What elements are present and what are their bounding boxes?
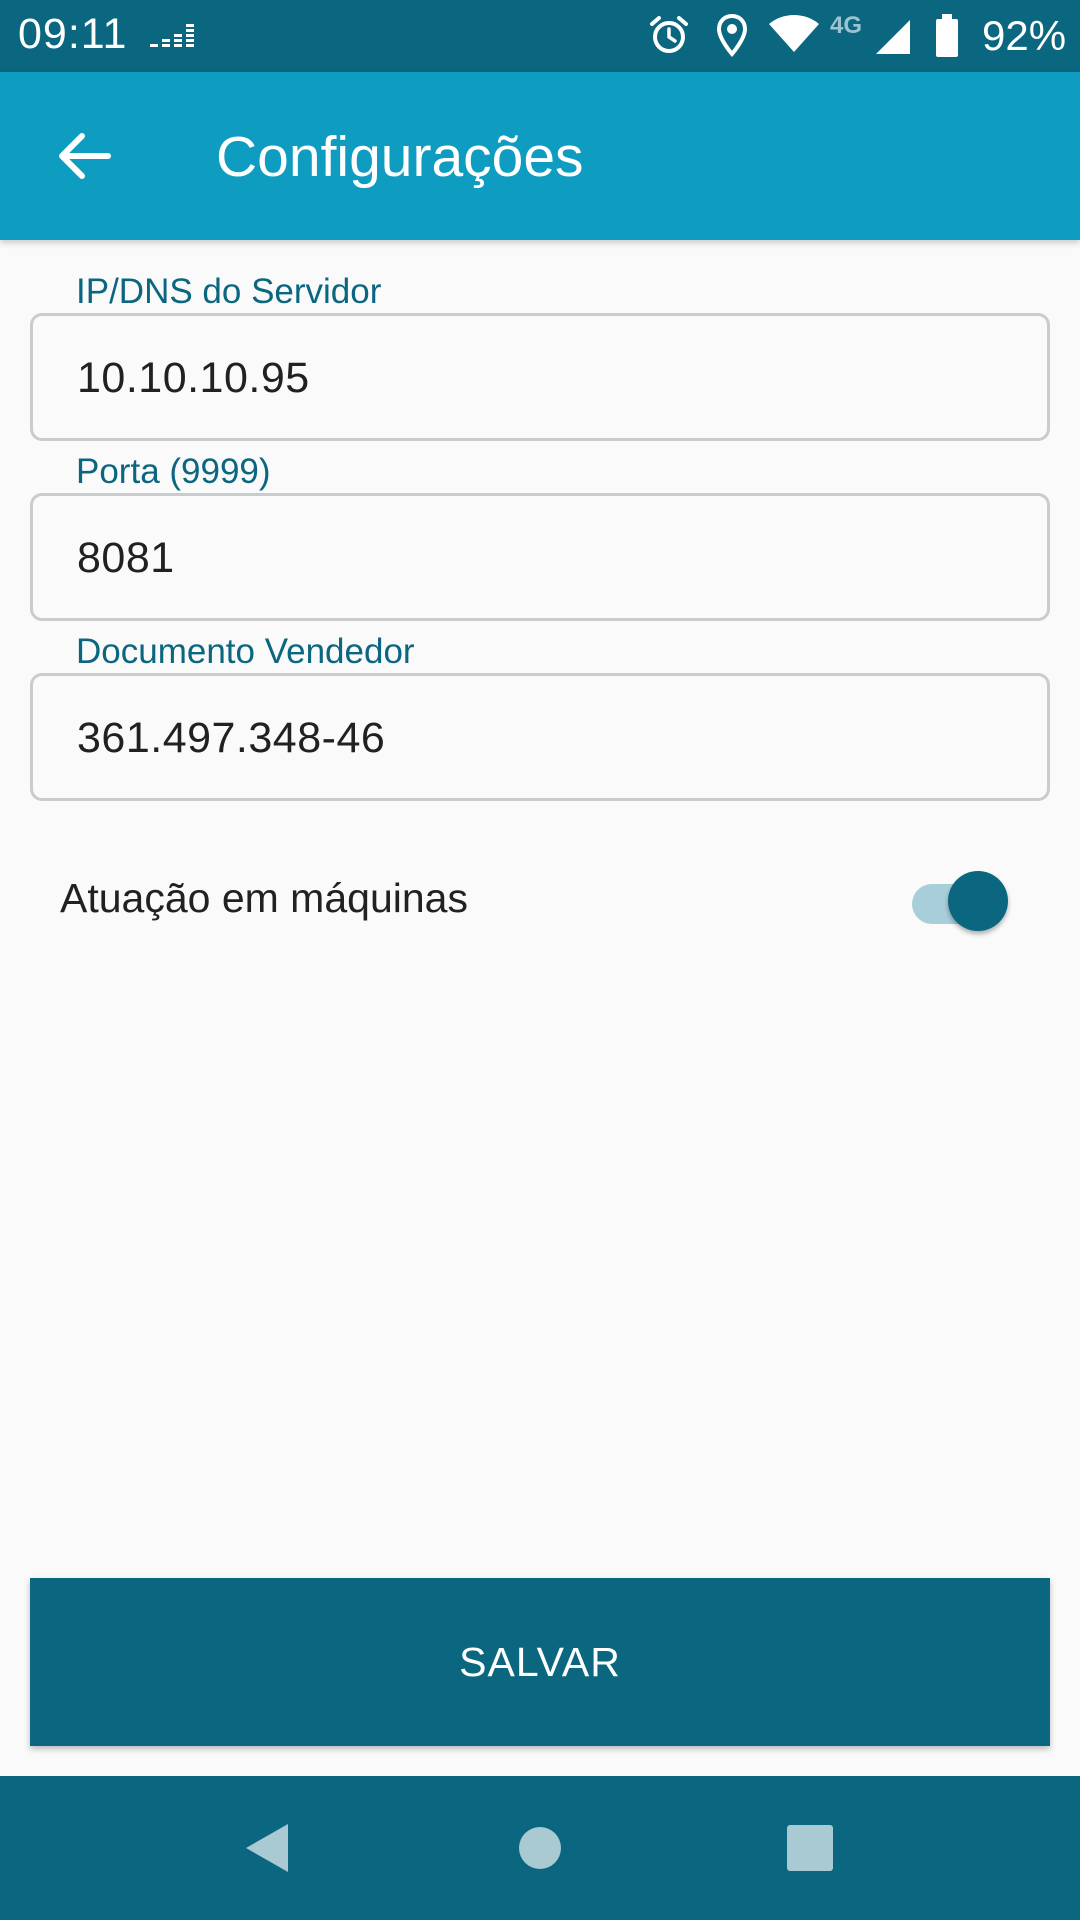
location-icon bbox=[716, 14, 748, 58]
app-bar: Configurações bbox=[0, 72, 1080, 240]
page-title: Configurações bbox=[216, 125, 584, 189]
server-field-label: IP/DNS do Servidor bbox=[76, 272, 382, 311]
document-field[interactable]: 361.497.348-46 bbox=[30, 673, 1050, 801]
port-field[interactable]: 8081 bbox=[30, 493, 1050, 621]
switch-thumb bbox=[948, 871, 1008, 931]
nav-back-icon[interactable] bbox=[240, 1818, 300, 1878]
save-button[interactable]: SALVAR bbox=[30, 1578, 1050, 1746]
port-field-value: 8081 bbox=[77, 534, 175, 582]
nav-home-icon[interactable] bbox=[510, 1818, 570, 1878]
server-field-value: 10.10.10.95 bbox=[77, 354, 310, 402]
document-field-value: 361.497.348-46 bbox=[77, 714, 386, 762]
navigation-bar bbox=[0, 1776, 1080, 1920]
arrow-back-icon[interactable] bbox=[56, 128, 112, 184]
settings-screen: 09:11 4G 92% Configurações IP/DNS do Ser… bbox=[0, 0, 1080, 1920]
nav-recents-icon[interactable] bbox=[780, 1818, 840, 1878]
document-field-label: Documento Vendedor bbox=[76, 632, 415, 671]
server-field[interactable]: 10.10.10.95 bbox=[30, 313, 1050, 441]
network-type: 4G bbox=[830, 12, 863, 39]
status-bar: 09:11 4G 92% bbox=[0, 0, 1080, 72]
machines-toggle-switch[interactable] bbox=[910, 868, 1010, 934]
wifi-icon bbox=[769, 15, 819, 52]
alarm-icon bbox=[650, 16, 688, 53]
port-field-label: Porta (9999) bbox=[76, 452, 271, 491]
battery-icon bbox=[936, 14, 958, 57]
machines-toggle-label: Atuação em máquinas bbox=[60, 875, 468, 921]
signal-icon bbox=[876, 20, 910, 54]
battery-percent: 92% bbox=[982, 12, 1067, 59]
